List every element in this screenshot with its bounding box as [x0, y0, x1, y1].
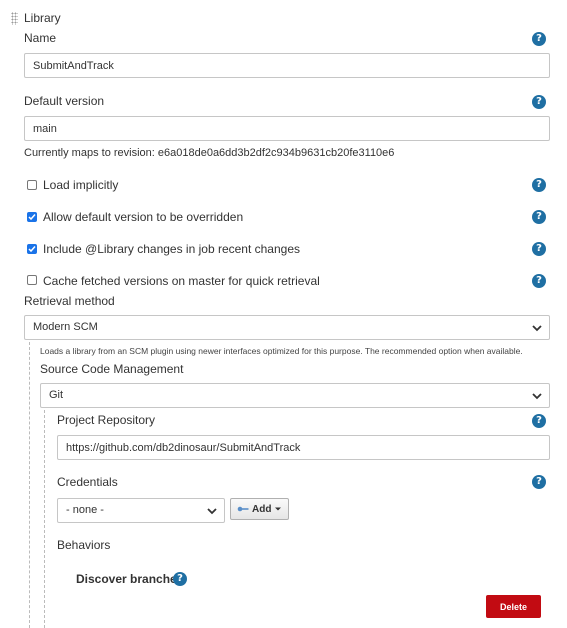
chevron-down-icon [532, 393, 542, 400]
name-input[interactable] [24, 53, 550, 78]
nested-git-border [44, 410, 45, 628]
include-changes-help-icon[interactable]: ? [532, 242, 546, 256]
default-version-help-icon[interactable]: ? [532, 95, 546, 109]
chevron-down-icon [532, 325, 542, 332]
check-icon [28, 214, 36, 221]
retrieval-method-label: Retrieval method [24, 294, 115, 308]
check-icon [28, 246, 36, 253]
load-implicitly-label: Load implicitly [43, 178, 119, 192]
scm-select[interactable]: Git [40, 383, 550, 408]
drag-handle-icon[interactable] [11, 12, 18, 25]
cache-versions-checkbox[interactable] [27, 275, 37, 285]
nested-scm-border [29, 342, 30, 628]
allow-override-label: Allow default version to be overridden [43, 210, 244, 224]
scm-label: Source Code Management [40, 362, 184, 376]
delete-button[interactable]: Delete [486, 595, 541, 618]
project-repository-help-icon[interactable]: ? [532, 414, 546, 428]
load-implicitly-help-icon[interactable]: ? [532, 178, 546, 192]
include-changes-checkbox[interactable] [27, 244, 37, 254]
chevron-down-icon [207, 508, 217, 515]
include-changes-label: Include @Library changes in job recent c… [43, 242, 301, 256]
discover-branches-label: Discover branches [76, 572, 184, 586]
cache-versions-help-icon[interactable]: ? [532, 274, 546, 288]
behaviors-label: Behaviors [57, 538, 111, 552]
caret-down-icon [275, 507, 282, 511]
project-repository-label: Project Repository [57, 413, 156, 427]
allow-override-checkbox[interactable] [27, 212, 37, 222]
load-implicitly-checkbox[interactable] [27, 180, 37, 190]
retrieval-method-select[interactable]: Modern SCM [24, 315, 550, 340]
name-label: Name [24, 31, 57, 45]
project-repository-input[interactable] [57, 435, 550, 460]
key-icon [237, 506, 249, 512]
default-version-input[interactable] [24, 116, 550, 141]
credentials-label: Credentials [57, 475, 118, 489]
discover-branches-help-icon[interactable]: ? [173, 572, 187, 586]
credentials-select[interactable]: - none - [57, 498, 225, 523]
credentials-value: - none - [66, 504, 104, 516]
section-title: Library [24, 11, 61, 25]
add-credentials-button[interactable]: Add [230, 498, 290, 520]
default-version-label: Default version [24, 94, 105, 108]
scm-value: Git [49, 389, 64, 401]
credentials-help-icon[interactable]: ? [532, 475, 546, 489]
revision-text: Currently maps to revision: e6a018de0a6d… [24, 147, 395, 159]
retrieval-method-description: Loads a library from an SCM plugin using… [40, 346, 523, 356]
allow-override-help-icon[interactable]: ? [532, 210, 546, 224]
retrieval-method-value: Modern SCM [33, 321, 98, 333]
name-help-icon[interactable]: ? [532, 32, 546, 46]
cache-versions-label: Cache fetched versions on master for qui… [43, 274, 320, 288]
add-button-label: Add [252, 503, 272, 515]
